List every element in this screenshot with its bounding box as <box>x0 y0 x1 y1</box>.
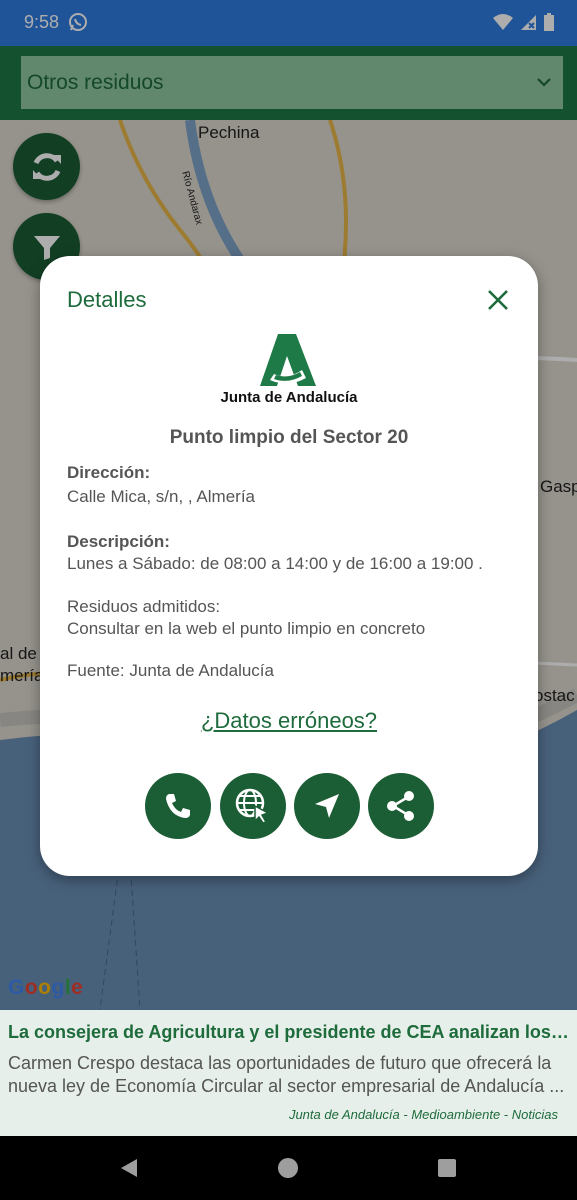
point-name: Punto limpio del Sector 20 <box>169 427 409 448</box>
address-value: Calle Mica, s/n, , Almería <box>67 487 256 506</box>
back-icon[interactable] <box>118 1157 140 1179</box>
share-button[interactable] <box>368 773 434 839</box>
news-title: La consejera de Agricultura y el preside… <box>8 1022 570 1042</box>
navigation-bar <box>0 1136 577 1200</box>
report-error-link[interactable]: ¿Datos erróneos? <box>40 708 538 734</box>
logo-text: Junta de Andalucía <box>220 389 358 406</box>
recents-icon[interactable] <box>437 1158 457 1178</box>
details-dialog: Detalles Junta de Andalucía Punto limpio… <box>40 256 538 876</box>
junta-andalucia-logo <box>260 334 316 386</box>
share-icon <box>387 791 414 821</box>
home-icon[interactable] <box>277 1157 299 1179</box>
news-banner[interactable]: La consejera de Agricultura y el preside… <box>0 1010 577 1136</box>
address-label: Dirección: <box>67 463 151 482</box>
source-text: Fuente: Junta de Andalucía <box>67 661 274 680</box>
call-button[interactable] <box>145 773 211 839</box>
navigate-button[interactable] <box>294 773 360 839</box>
globe-cursor-icon <box>235 788 270 824</box>
description-label: Descripción: <box>67 532 170 551</box>
description-value: Lunes a Sábado: de 08:00 a 14:00 y de 16… <box>67 554 483 573</box>
website-button[interactable] <box>220 773 286 839</box>
waste-value: Consultar en la web el punto limpio en c… <box>67 619 426 638</box>
phone-icon <box>166 794 190 818</box>
close-icon[interactable] <box>486 288 510 312</box>
dialog-title: Detalles <box>67 287 147 312</box>
news-body: Carmen Crespo destaca las oportunidades … <box>8 1053 565 1096</box>
news-source: Junta de Andalucía - Medioambiente - Not… <box>288 1107 558 1122</box>
navigation-arrow-icon <box>315 794 339 818</box>
waste-label: Residuos admitidos: <box>67 597 221 616</box>
